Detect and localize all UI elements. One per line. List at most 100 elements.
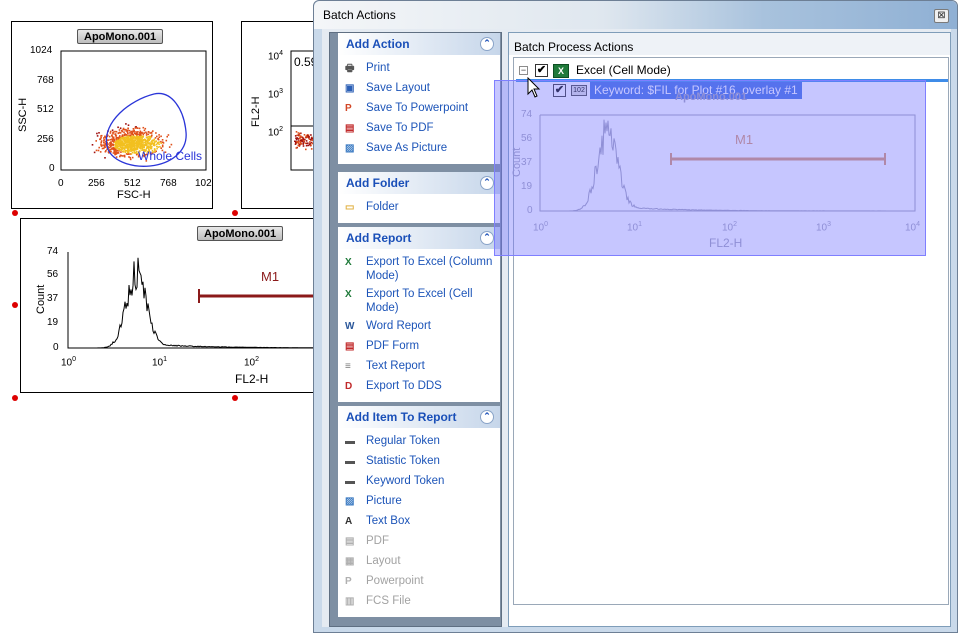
resize-handle[interactable] — [12, 395, 18, 401]
x-tick: 100 — [61, 356, 77, 369]
item-label: Word Report — [366, 320, 431, 332]
y-tick: 103 — [268, 88, 284, 101]
group-title: Add Item To Report — [346, 410, 457, 424]
pdf-form-icon: ▤ — [345, 341, 355, 352]
item-label: PDF Form — [366, 340, 420, 352]
x-tick: 768 — [160, 178, 177, 189]
ghost-y-tick: 56 — [521, 133, 533, 144]
panel-title: Batch Process Actions — [509, 33, 950, 55]
ghost-y-tick: 19 — [521, 181, 533, 192]
taskpane-item-pdf-form[interactable]: ▤ PDF Form — [338, 337, 500, 357]
item-label: Print — [366, 62, 390, 74]
group-header[interactable]: Add Action ⌃ — [338, 33, 500, 55]
resize-handle[interactable] — [12, 302, 18, 308]
y-tick: 1024 — [30, 45, 53, 56]
taskpane-item-save-to-powerpoint[interactable]: P Save To Powerpoint — [338, 99, 500, 119]
item-label: Export To Excel (Cell Mode) — [366, 288, 473, 314]
tree-expander[interactable]: − — [519, 66, 528, 75]
token-icon: ▬ — [345, 456, 355, 467]
text-report-icon: ≡ — [345, 361, 351, 372]
group-header[interactable]: Add Report ⌃ — [338, 227, 500, 249]
resize-handle[interactable] — [232, 395, 238, 401]
item-label: Export To DDS — [366, 380, 442, 392]
collapse-chevron-icon[interactable]: ⌃ — [480, 37, 494, 51]
ghost-y-axis-label: Count — [511, 147, 523, 177]
powerpoint-icon: P — [345, 103, 352, 114]
ghost-marker-label: M1 — [735, 132, 754, 147]
taskpane-group-add-item-to-report: Add Item To Report ⌃ ▬ Regular Token ▬ Statis… — [338, 406, 500, 617]
item-label: PDF — [366, 535, 389, 547]
taskpane-item-statistic-token[interactable]: ▬ Statistic Token — [338, 452, 500, 472]
y-tick: 102 — [268, 126, 284, 139]
group-header[interactable]: Add Item To Report ⌃ — [338, 406, 500, 428]
x-tick: 256 — [88, 178, 105, 189]
item-label: Layout — [366, 555, 401, 567]
collapse-chevron-icon[interactable]: ⌃ — [480, 176, 494, 190]
printer-icon: 🖶 — [345, 63, 355, 74]
x-tick: 102 — [195, 178, 212, 189]
excel-icon: X — [553, 64, 569, 78]
taskpane-item-picture[interactable]: ▨ Picture — [338, 492, 500, 512]
dialog-titlebar[interactable]: Batch Actions ⊠ — [314, 1, 957, 29]
taskpane-item-save-to-pdf[interactable]: ▤ Save To PDF — [338, 119, 500, 139]
x-tick: 101 — [152, 356, 168, 369]
token-icon: ▬ — [345, 476, 355, 487]
item-label: Text Box — [366, 515, 411, 527]
textbox-icon: A — [345, 516, 353, 527]
tree-checkbox[interactable]: ✔ — [535, 64, 548, 77]
collapse-chevron-icon[interactable]: ⌃ — [480, 410, 494, 424]
resize-handle[interactable] — [12, 210, 18, 216]
taskpane-item-text-report[interactable]: ≡ Text Report — [338, 357, 500, 377]
resize-handle[interactable] — [232, 210, 238, 216]
item-label: Regular Token — [366, 435, 440, 447]
taskpane-item-text-box[interactable]: A Text Box — [338, 512, 500, 532]
collapse-chevron-icon[interactable]: ⌃ — [480, 231, 494, 245]
taskpane-item-regular-token[interactable]: ▬ Regular Token — [338, 432, 500, 452]
group-items: ▬ Regular Token ▬ Statistic Token ▬ Keyword T… — [338, 428, 500, 617]
group-items: ▭ Folder — [338, 194, 500, 223]
taskpane-item-keyword-token[interactable]: ▬ Keyword Token — [338, 472, 500, 492]
tree-row-excel-cell-mode[interactable]: − ✔ X Excel (Cell Mode) — [514, 62, 944, 79]
taskpane-item-save-as-picture[interactable]: ▨ Save As Picture — [338, 139, 500, 159]
taskpane-item-save-layout[interactable]: ▣ Save Layout — [338, 79, 500, 99]
taskpane-item-export-to-dds[interactable]: D Export To DDS — [338, 377, 500, 397]
picture-icon: ▨ — [345, 496, 355, 507]
y-tick: 768 — [37, 75, 54, 86]
y-tick: 512 — [37, 104, 54, 115]
item-label: Text Report — [366, 360, 425, 372]
x-axis-label: FSC-H — [117, 189, 151, 201]
histogram-plot[interactable]: ApoMono.001 M1 74 56 37 19 0 100 101 102… — [20, 218, 331, 393]
group-header[interactable]: Add Folder ⌃ — [338, 172, 500, 194]
taskpane-group-add-folder: Add Folder ⌃ ▭ Folder — [338, 172, 500, 223]
y-tick: 56 — [47, 269, 59, 280]
picture-icon: ▨ — [345, 143, 355, 154]
dds-icon: D — [345, 381, 353, 392]
taskpane-item-export-to-excel-column-mode-[interactable]: X Export To Excel (Column Mode) — [338, 253, 500, 285]
y-tick: 104 — [268, 50, 284, 63]
drag-ghost-histogram: ApoMono.001 M1 74 56 37 19 0 100 101 102… — [494, 80, 926, 256]
gate-label: Whole Cells — [138, 149, 203, 163]
item-label: Picture — [366, 495, 402, 507]
item-label: Export To Excel (Column Mode) — [366, 256, 493, 282]
taskpane-item-folder[interactable]: ▭ Folder — [338, 198, 500, 218]
y-tick: 256 — [37, 134, 54, 145]
dialog-title: Batch Actions — [323, 8, 396, 22]
taskpane-item-layout: ▦ Layout — [338, 552, 500, 572]
scatter-plot-fsc-ssc[interactable]: ApoMono.001 Whole Cells 1024 768 512 256… — [11, 21, 213, 209]
taskpane-item-powerpoint: P Powerpoint — [338, 572, 500, 592]
ghost-x-tick: 102 — [722, 221, 738, 234]
taskpane-item-print[interactable]: 🖶 Print — [338, 59, 500, 79]
taskpane-item-word-report[interactable]: W Word Report — [338, 317, 500, 337]
item-label: Folder — [366, 201, 399, 213]
taskpane-group-add-action: Add Action ⌃ 🖶 Print ▣ Save Layout P Save To Po… — [338, 33, 500, 164]
tree-item-label: Excel (Cell Mode) — [576, 63, 671, 77]
pdf-icon: ▤ — [345, 536, 355, 547]
powerpoint-icon: P — [345, 576, 352, 587]
x-tick: 0 — [58, 178, 64, 189]
item-label: FCS File — [366, 595, 411, 607]
group-title: Add Action — [346, 37, 410, 51]
close-button[interactable]: ⊠ — [934, 9, 949, 23]
taskpane-item-export-to-excel-cell-mode-[interactable]: X Export To Excel (Cell Mode) — [338, 285, 500, 317]
item-label: Save To Powerpoint — [366, 102, 469, 114]
item-label: Powerpoint — [366, 575, 424, 587]
